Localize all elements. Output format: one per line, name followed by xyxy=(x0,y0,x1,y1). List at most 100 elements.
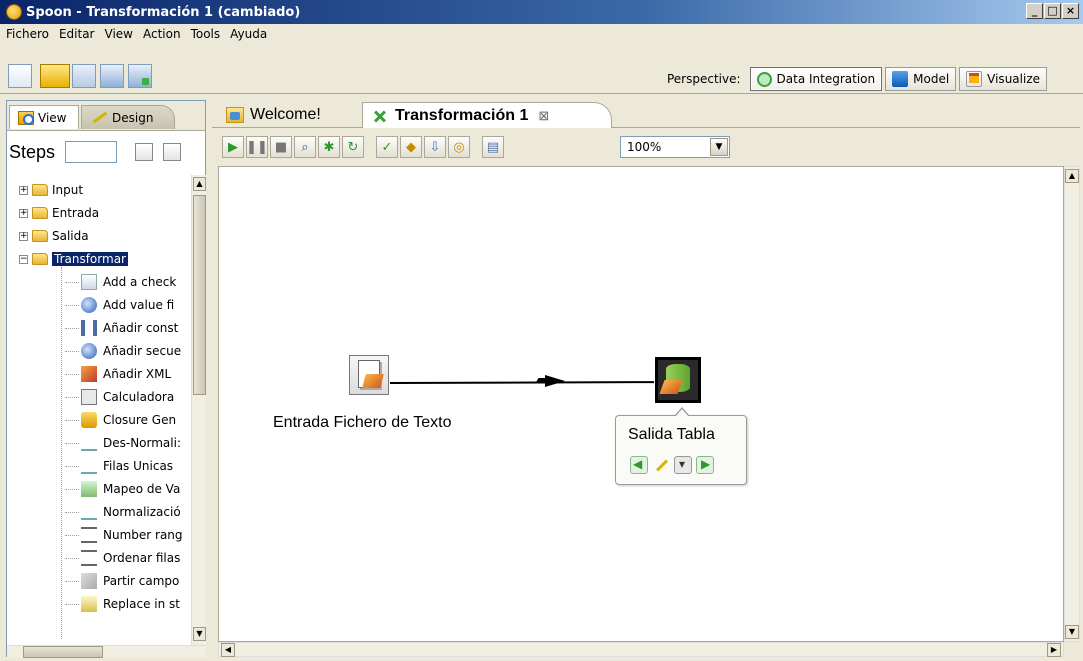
tree-category-input[interactable]: + Input xyxy=(19,179,83,201)
tree-category-salida[interactable]: + Salida xyxy=(19,225,89,247)
menu-tools[interactable]: Tools xyxy=(191,27,221,41)
tree-step-mapeo-de-valores[interactable]: Mapeo de Va xyxy=(65,478,180,500)
expand-all-button[interactable] xyxy=(135,143,153,161)
tree-step-partir-campos[interactable]: Partir campo xyxy=(65,570,179,592)
transformation-canvas[interactable]: Entrada Fichero de Texto Salida Tabla xyxy=(218,166,1064,642)
maximize-button[interactable]: □ xyxy=(1044,3,1061,19)
hop-line[interactable] xyxy=(390,381,655,384)
show-results-button[interactable]: ▤ xyxy=(482,136,504,158)
perspective-switcher: Perspective: Data Integration Model Visu… xyxy=(667,66,1047,92)
stop-button[interactable]: ■ xyxy=(270,136,292,158)
scroll-down-icon[interactable]: ▼ xyxy=(1065,625,1079,639)
tree-step-label: Filas Unicas xyxy=(103,459,174,473)
checksum-step-icon xyxy=(81,274,97,290)
steps-label: Steps xyxy=(9,142,56,162)
zoom-select[interactable]: 100% ▼ xyxy=(620,136,730,158)
tree-step-label: Number rang xyxy=(103,528,183,542)
scroll-down-icon[interactable]: ▼ xyxy=(193,627,206,641)
tree-step-add-value-fields[interactable]: Add value fi xyxy=(65,294,174,316)
tree-step-calculadora[interactable]: Calculadora xyxy=(65,386,174,408)
tree-category-label: Salida xyxy=(52,229,89,243)
pause-button[interactable]: ❚❚ xyxy=(246,136,268,158)
tree-step-label: Añadir secue xyxy=(103,344,182,358)
tree-step-closure-generator[interactable]: Closure Gen xyxy=(65,409,176,431)
input-hop-icon[interactable] xyxy=(630,456,648,474)
perspective-data-integration-button[interactable]: Data Integration xyxy=(749,67,883,91)
tree-step-number-range[interactable]: Number rang xyxy=(65,524,183,546)
save-as-button[interactable] xyxy=(128,64,152,88)
tree-step-anadir-constantes[interactable]: Añadir const xyxy=(65,317,178,339)
expand-icon[interactable]: + xyxy=(19,208,28,218)
explore-db-button[interactable]: ◎ xyxy=(448,136,470,158)
tree-step-replace-in-string[interactable]: Replace in st xyxy=(65,593,180,615)
tree-category-label: Transformar xyxy=(52,252,128,266)
steps-search-input[interactable] xyxy=(65,141,117,163)
menu-ayuda[interactable]: Ayuda xyxy=(230,27,267,41)
tree-step-label: Add value fi xyxy=(103,298,175,312)
tree-category-entrada[interactable]: + Entrada xyxy=(19,202,99,224)
tree-step-des-normalizar[interactable]: Des-Normali: xyxy=(65,432,181,454)
run-button[interactable]: ▶ xyxy=(222,136,244,158)
scroll-thumb[interactable] xyxy=(23,646,103,658)
tree-step-label: Des-Normali: xyxy=(103,436,181,450)
pencil-icon xyxy=(90,111,108,125)
collapse-all-button[interactable] xyxy=(163,143,181,161)
tree-step-filas-unicas[interactable]: Filas Unicas xyxy=(65,455,173,477)
verify-button[interactable]: ✓ xyxy=(376,136,398,158)
impact-button[interactable]: ◆ xyxy=(400,136,422,158)
scroll-up-icon[interactable]: ▲ xyxy=(1065,169,1079,183)
sql-button[interactable]: ⇩ xyxy=(424,136,446,158)
tab-welcome[interactable]: Welcome! xyxy=(218,102,358,128)
close-tab-icon[interactable]: ⊠ xyxy=(538,108,549,124)
output-hop-icon[interactable] xyxy=(696,456,714,474)
tab-view[interactable]: View xyxy=(9,105,79,129)
minimize-button[interactable]: _ xyxy=(1026,3,1043,19)
tab-design[interactable]: Design xyxy=(81,105,175,129)
hop-arrow-icon xyxy=(545,375,565,387)
tree-step-ordenar-filas[interactable]: Ordenar filas xyxy=(65,547,180,569)
menu-action[interactable]: Action xyxy=(143,27,181,41)
tab-transformation[interactable]: Transformación 1 ⊠ xyxy=(362,102,612,128)
canvas-horizontal-scrollbar[interactable]: ◀ ▶ xyxy=(218,642,1064,657)
close-button[interactable]: × xyxy=(1062,3,1079,19)
scroll-right-icon[interactable]: ▶ xyxy=(1047,643,1061,657)
tree-step-anadir-secuencia[interactable]: Añadir secue xyxy=(65,340,181,362)
new-file-button[interactable] xyxy=(8,64,32,88)
collapse-icon[interactable]: − xyxy=(19,254,28,264)
open-folder-button[interactable] xyxy=(40,64,70,88)
tree-step-label: Añadir const xyxy=(103,321,179,335)
menu-editar[interactable]: Editar xyxy=(59,27,95,41)
debug-button[interactable]: ✱ xyxy=(318,136,340,158)
scroll-up-icon[interactable]: ▲ xyxy=(193,177,206,191)
scroll-left-icon[interactable]: ◀ xyxy=(221,643,235,657)
menu-bar: Fichero Editar View Action Tools Ayuda xyxy=(0,24,1083,44)
tree-category-transformar[interactable]: − Transformar xyxy=(19,248,128,270)
canvas-vertical-scrollbar[interactable]: ▲ ▼ xyxy=(1064,166,1080,642)
perspective-model-button[interactable]: Model xyxy=(885,67,957,91)
chevron-down-icon[interactable]: ▼ xyxy=(710,138,728,156)
tree-step-anadir-xml[interactable]: Añadir XML xyxy=(65,363,171,385)
editor-tabs: Welcome! Transformación 1 ⊠ xyxy=(212,100,1080,128)
step-menu-icon[interactable] xyxy=(674,456,692,474)
model-icon xyxy=(892,71,909,87)
explore-repository-button[interactable] xyxy=(72,64,96,88)
tree-step-add-checksum[interactable]: Add a check xyxy=(65,271,176,293)
expand-icon[interactable]: + xyxy=(19,231,28,241)
replay-button[interactable]: ↻ xyxy=(342,136,364,158)
tree-step-label: Añadir XML xyxy=(103,367,172,381)
menu-view[interactable]: View xyxy=(105,27,133,41)
steps-horizontal-scrollbar[interactable] xyxy=(7,645,206,658)
table-output-step-icon[interactable] xyxy=(655,357,701,403)
menu-fichero[interactable]: Fichero xyxy=(6,27,49,41)
save-button[interactable] xyxy=(100,64,124,88)
steps-vertical-scrollbar[interactable]: ▲ ▼ xyxy=(191,175,206,645)
edit-pencil-icon[interactable] xyxy=(652,456,670,474)
preview-button[interactable]: ⌕ xyxy=(294,136,316,158)
text-file-input-step-icon[interactable] xyxy=(349,355,389,395)
tree-step-normalizacion[interactable]: Normalizació xyxy=(65,501,181,523)
transformation-toolbar: ▶ ❚❚ ■ ⌕ ✱ ↻ ✓ ◆ ⇩ ◎ ▤ 100% ▼ xyxy=(212,130,1080,164)
expand-icon[interactable]: + xyxy=(19,185,28,195)
scroll-thumb[interactable] xyxy=(193,195,206,395)
perspective-data-integration-label: Data Integration xyxy=(776,72,876,86)
perspective-visualize-button[interactable]: Visualize xyxy=(959,67,1047,91)
